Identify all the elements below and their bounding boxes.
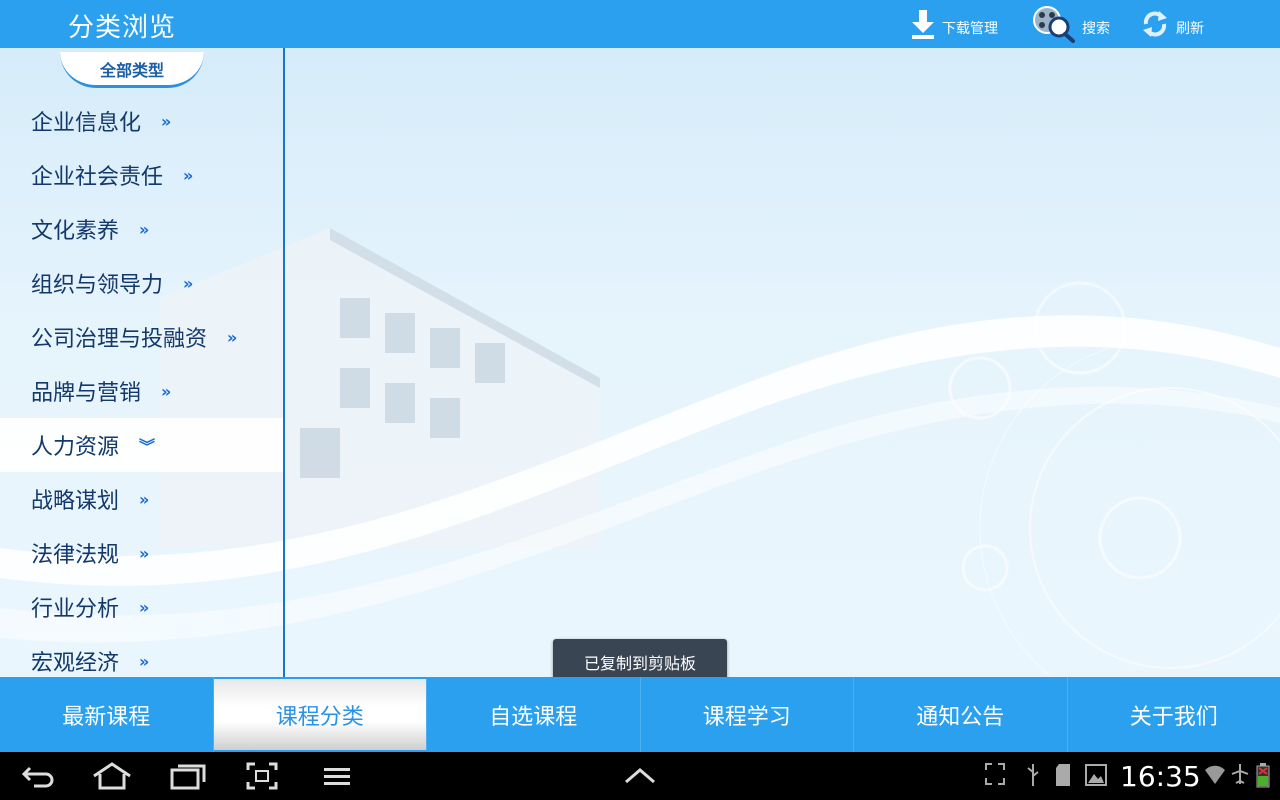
back-icon[interactable]	[20, 762, 56, 790]
category-label: 行业分析	[31, 597, 120, 622]
chevron-right-icon: »	[139, 651, 150, 671]
all-types-badge[interactable]: 全部类型	[60, 52, 204, 88]
category-item[interactable]: 品牌与营销 »	[0, 364, 283, 418]
usb-icon	[1027, 764, 1039, 786]
category-list: 企业信息化 » 企业社会责任 » 文化素养 » 组织与领导力 » 公司治理与投融…	[0, 94, 283, 677]
category-item[interactable]: 行业分析 »	[0, 580, 283, 634]
category-item[interactable]: 文化素养 »	[0, 202, 283, 256]
airplane-icon	[1231, 764, 1249, 784]
category-item[interactable]: 宏观经济 »	[0, 634, 283, 677]
tab-course-categories[interactable]: 课程分类	[213, 679, 427, 750]
chevron-right-icon: »	[183, 273, 194, 293]
category-label: 公司治理与投融资	[31, 327, 208, 352]
category-item[interactable]: 公司治理与投融资 »	[0, 310, 283, 364]
refresh-icon	[1143, 11, 1167, 37]
chevron-up-icon[interactable]	[624, 766, 656, 786]
wifi-icon	[1205, 765, 1225, 784]
category-label: 文化素养	[31, 219, 120, 244]
category-label: 企业信息化	[31, 111, 142, 136]
category-item[interactable]: 战略谋划 »	[0, 472, 283, 526]
search-icon	[1033, 6, 1075, 43]
tab-selected-courses[interactable]: 自选课程	[427, 677, 641, 752]
category-label: 法律法规	[31, 543, 120, 568]
category-label: 宏观经济	[31, 651, 120, 676]
category-item[interactable]: 企业信息化 »	[0, 94, 283, 148]
chevron-right-icon: »	[139, 543, 150, 563]
chevron-right-icon: »	[161, 381, 172, 401]
search-label: 搜索	[1082, 21, 1110, 37]
top-app-bar: 分类浏览 下载管理 搜索 刷新	[0, 0, 1280, 48]
recent-apps-icon[interactable]	[170, 762, 206, 790]
category-item[interactable]: 企业社会责任 »	[0, 148, 283, 202]
chevron-right-icon: »	[139, 219, 150, 239]
category-item-selected[interactable]: 人力资源 ︾	[0, 418, 283, 472]
screenshot-icon[interactable]	[246, 762, 278, 790]
system-clock: 16:35	[1120, 760, 1201, 793]
category-label: 战略谋划	[31, 489, 120, 514]
search-button[interactable]: 搜索	[1032, 6, 1110, 43]
chevron-down-icon: ︾	[139, 437, 156, 456]
category-label: 人力资源	[31, 435, 120, 460]
sd-card-icon	[1056, 764, 1070, 786]
chevron-right-icon: »	[227, 327, 238, 347]
refresh-button[interactable]: 刷新	[1140, 6, 1204, 42]
chevron-right-icon: »	[139, 489, 150, 509]
home-icon[interactable]	[92, 762, 132, 790]
category-label: 企业社会责任	[31, 165, 164, 190]
system-navigation-bar: 16:35	[0, 752, 1280, 800]
chevron-right-icon: »	[183, 165, 194, 185]
download-icon	[912, 10, 934, 39]
image-icon	[1085, 764, 1107, 786]
battery-icon	[1256, 763, 1270, 788]
chevron-right-icon: »	[139, 597, 150, 617]
download-manager-label: 下载管理	[942, 21, 998, 37]
bottom-tab-bar: 最新课程 课程分类 自选课程 课程学习 通知公告 关于我们	[0, 677, 1280, 752]
category-label: 组织与领导力	[31, 273, 164, 298]
download-manager-button[interactable]: 下载管理	[910, 6, 998, 42]
category-label: 品牌与营销	[31, 381, 142, 406]
category-panel-header: 全部类型	[0, 48, 283, 88]
page-title: 分类浏览	[68, 13, 177, 43]
category-item[interactable]: 组织与领导力 »	[0, 256, 283, 310]
fullscreen-icon	[985, 763, 1005, 785]
category-panel: 全部类型 企业信息化 » 企业社会责任 » 文化素养 » 组织与领导力 » 公司…	[0, 48, 285, 677]
refresh-label: 刷新	[1176, 21, 1204, 37]
chevron-right-icon: »	[161, 111, 172, 131]
tab-course-study[interactable]: 课程学习	[641, 677, 854, 752]
tab-about-us[interactable]: 关于我们	[1068, 677, 1280, 752]
tab-notices[interactable]: 通知公告	[854, 677, 1068, 752]
category-item[interactable]: 法律法规 »	[0, 526, 283, 580]
menu-icon[interactable]	[322, 762, 352, 790]
tab-latest-courses[interactable]: 最新课程	[0, 677, 214, 752]
